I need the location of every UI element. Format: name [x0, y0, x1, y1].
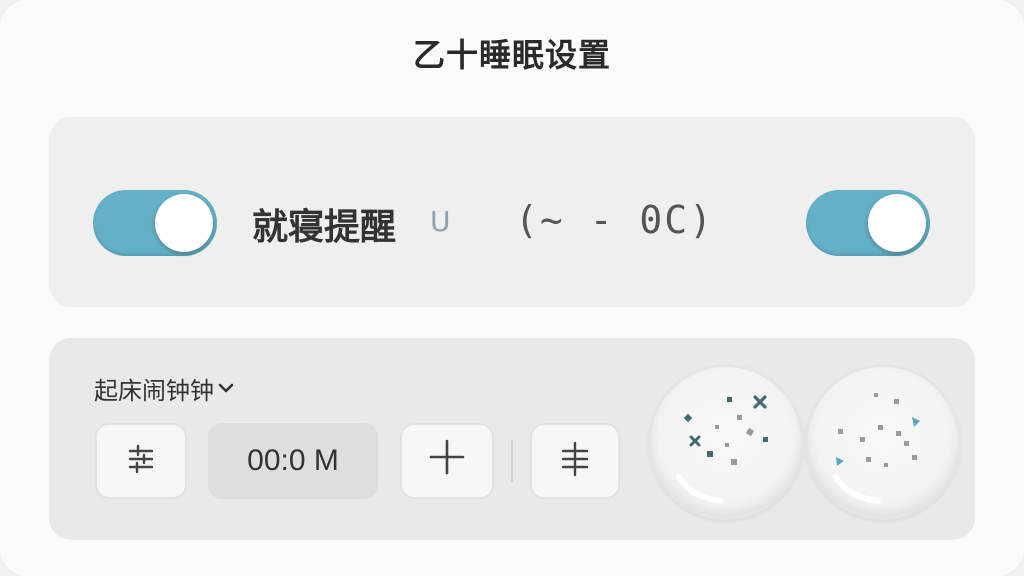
sliders-icon	[126, 443, 156, 479]
settings-window: 乙十睡眠设置 就寝提醒 U (~ - 0C) 起床闹钟钟 00:0 M	[0, 0, 1024, 576]
speckles-icon	[833, 393, 920, 504]
schedule-toggle[interactable]	[806, 190, 930, 256]
divider	[511, 440, 513, 482]
levels-icon	[558, 440, 592, 482]
add-alarm-button[interactable]	[400, 423, 494, 499]
bedtime-label: 就寝提醒	[252, 207, 397, 248]
sound-pad-1[interactable]	[648, 364, 804, 520]
sound-pad-2[interactable]	[805, 364, 961, 520]
alarm-select[interactable]: 起床闹钟钟	[94, 371, 234, 406]
chevron-down-icon	[218, 378, 234, 399]
bedtime-toggle[interactable]	[93, 190, 217, 256]
bedtime-time-range[interactable]: (~ - 0C)	[515, 198, 714, 242]
page-title: 乙十睡眠设置	[412, 36, 611, 74]
levels-button[interactable]	[530, 423, 620, 499]
adjust-button[interactable]	[95, 423, 187, 499]
plus-icon	[428, 436, 466, 487]
alarm-time-display[interactable]: 00:0 M	[208, 423, 378, 499]
toggle-knob	[155, 194, 213, 252]
alarm-select-label: 起床闹钟钟	[94, 377, 214, 405]
toggle-knob	[868, 194, 926, 252]
bedtime-suffix: U	[430, 205, 451, 238]
speckles-icon	[676, 395, 768, 504]
